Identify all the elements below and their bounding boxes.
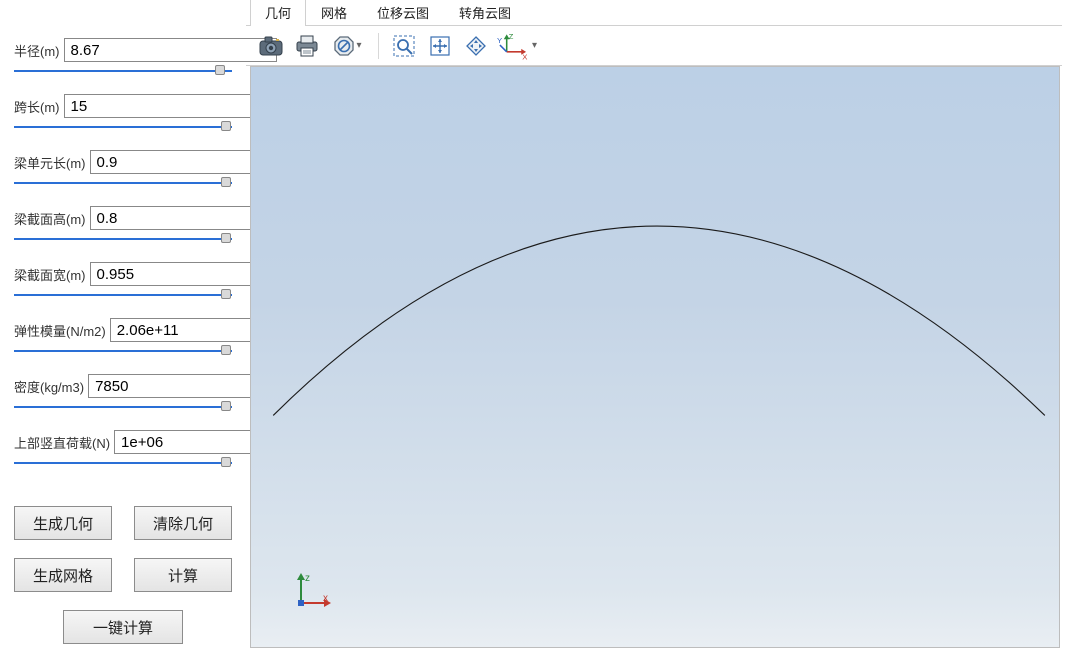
one-click-calc-button[interactable]: 一键计算	[63, 610, 183, 644]
chevron-down-icon: ▾	[356, 40, 361, 51]
param-row-emod: 弹性模量(N/m2)	[14, 318, 232, 358]
zoom-box-icon	[392, 34, 416, 58]
radius-input[interactable]	[64, 38, 277, 62]
axis-3d-icon: Z X Y	[497, 31, 530, 61]
param-row-sec-w: 梁截面宽(m)	[14, 262, 232, 302]
print-button[interactable]	[292, 31, 322, 61]
radius-slider[interactable]	[14, 64, 232, 78]
fit-extents-button[interactable]	[425, 31, 455, 61]
param-row-sec-h: 梁截面高(m)	[14, 206, 232, 246]
toolbar-separator	[378, 33, 379, 59]
span-input[interactable]	[64, 94, 277, 118]
screenshot-button[interactable]	[256, 31, 286, 61]
axis-3d-dropdown-button[interactable]: Z X Y ▾	[497, 31, 537, 61]
svg-text:X: X	[522, 52, 527, 60]
main-area: 几何 网格 位移云图 转角云图	[246, 0, 1068, 654]
chevron-down-icon: ▾	[532, 40, 537, 51]
tab-displacement[interactable]: 位移云图	[362, 0, 444, 26]
generate-geometry-button[interactable]: 生成几何	[14, 506, 112, 540]
param-row-radius: 半径(m)	[14, 38, 232, 78]
parameter-sidebar: 半径(m) 跨长(m) 梁单元长(m)	[0, 0, 246, 654]
view-toolbar: ▾	[246, 26, 1062, 66]
print-icon	[295, 35, 319, 57]
param-label: 上部竖直荷载(N)	[14, 433, 110, 452]
param-row-density: 密度(kg/m3)	[14, 374, 232, 414]
view-tabs: 几何 网格 位移云图 转角云图	[246, 0, 1062, 26]
param-row-load: 上部竖直荷载(N)	[14, 430, 232, 470]
coordinate-triad: z x	[293, 571, 333, 611]
tab-rotation[interactable]: 转角云图	[444, 0, 526, 26]
forbid-dropdown-button[interactable]: ▾	[328, 31, 368, 61]
param-label: 梁截面宽(m)	[14, 265, 86, 284]
density-slider[interactable]	[14, 400, 232, 414]
pan-diamond-button[interactable]	[461, 31, 491, 61]
pan-diamond-icon	[464, 34, 488, 58]
geometry-arc	[251, 67, 1059, 633]
graphics-viewport[interactable]: z x	[250, 66, 1060, 648]
svg-text:Z: Z	[509, 32, 514, 41]
camera-icon	[259, 36, 283, 56]
param-label: 梁单元长(m)	[14, 153, 86, 172]
param-label: 弹性模量(N/m2)	[14, 321, 106, 340]
tab-mesh[interactable]: 网格	[306, 0, 362, 26]
param-row-elem-len: 梁单元长(m)	[14, 150, 232, 190]
param-row-span: 跨长(m)	[14, 94, 232, 134]
emodulus-slider[interactable]	[14, 344, 232, 358]
span-slider[interactable]	[14, 120, 232, 134]
fit-extents-icon	[428, 34, 452, 58]
section-width-slider[interactable]	[14, 288, 232, 302]
param-label: 跨长(m)	[14, 97, 60, 116]
section-height-slider[interactable]	[14, 232, 232, 246]
svg-text:Y: Y	[497, 36, 502, 45]
param-label: 梁截面高(m)	[14, 209, 86, 228]
action-button-grid: 生成几何 清除几何 生成网格 计算 一键计算	[14, 506, 232, 644]
param-label: 半径(m)	[14, 41, 60, 60]
forbid-icon	[334, 36, 354, 56]
generate-mesh-button[interactable]: 生成网格	[14, 558, 112, 592]
elem-len-slider[interactable]	[14, 176, 232, 190]
vertical-load-slider[interactable]	[14, 456, 232, 470]
param-label: 密度(kg/m3)	[14, 377, 84, 396]
zoom-box-button[interactable]	[389, 31, 419, 61]
calculate-button[interactable]: 计算	[134, 558, 232, 592]
svg-text:x: x	[323, 593, 328, 604]
clear-geometry-button[interactable]: 清除几何	[134, 506, 232, 540]
tab-geometry[interactable]: 几何	[250, 0, 306, 26]
svg-text:z: z	[305, 573, 310, 584]
